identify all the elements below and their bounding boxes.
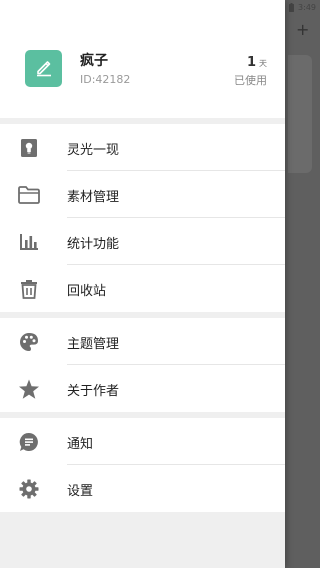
usage-days-label: 已使用 [234,74,267,87]
menu-item-theme[interactable]: 主题管理 [0,318,285,365]
menu-label-theme: 主题管理 [67,337,120,352]
menu-label-materials: 素材管理 [67,190,120,205]
message-icon [18,431,40,453]
trash-icon [18,278,40,300]
folder-icon [18,184,40,206]
status-time: 3:49 [298,2,316,12]
menu-item-recycle-bin[interactable]: 回收站 [0,265,285,312]
avatar[interactable] [25,50,62,87]
menu-label-statistics: 统计功能 [67,237,120,252]
user-name: 疯子 [80,53,108,69]
menu-label-inspiration: 灵光一现 [67,143,120,158]
lightbulb-card-icon [18,137,40,159]
usage-days-value: 1 [246,55,256,70]
menu-label-about-author: 关于作者 [67,384,120,399]
gear-icon [18,478,40,500]
navigation-drawer: 疯子 ID:42182 1天 已使用 灵光一现 素材管理 统计功能 回收站 主题… [0,0,285,568]
usage-days: 1天 已使用 [234,55,267,88]
menu-label-settings: 设置 [67,484,94,499]
menu-group-main: 灵光一现 素材管理 统计功能 回收站 [0,124,285,312]
user-id: ID:42182 [80,73,131,86]
bar-chart-icon [18,231,40,253]
drawer-header[interactable]: 疯子 ID:42182 1天 已使用 [0,0,285,118]
menu-item-settings[interactable]: 设置 [0,465,285,512]
background-card [288,55,312,173]
menu-group-personal: 主题管理 关于作者 [0,318,285,412]
edit-pencil-icon [33,56,55,82]
menu-item-notifications[interactable]: 通知 [0,418,285,465]
battery-icon [289,2,295,12]
menu-label-notifications: 通知 [67,437,94,452]
menu-item-about-author[interactable]: 关于作者 [0,365,285,412]
menu-group-system: 通知 设置 [0,418,285,512]
menu-item-statistics[interactable]: 统计功能 [0,218,285,265]
palette-icon [18,331,40,353]
menu-item-materials[interactable]: 素材管理 [0,171,285,218]
add-button[interactable]: + [296,20,309,39]
star-icon [18,378,40,400]
menu-label-recycle-bin: 回收站 [67,284,107,299]
menu-item-inspiration[interactable]: 灵光一现 [0,124,285,171]
usage-days-unit: 天 [259,59,267,68]
